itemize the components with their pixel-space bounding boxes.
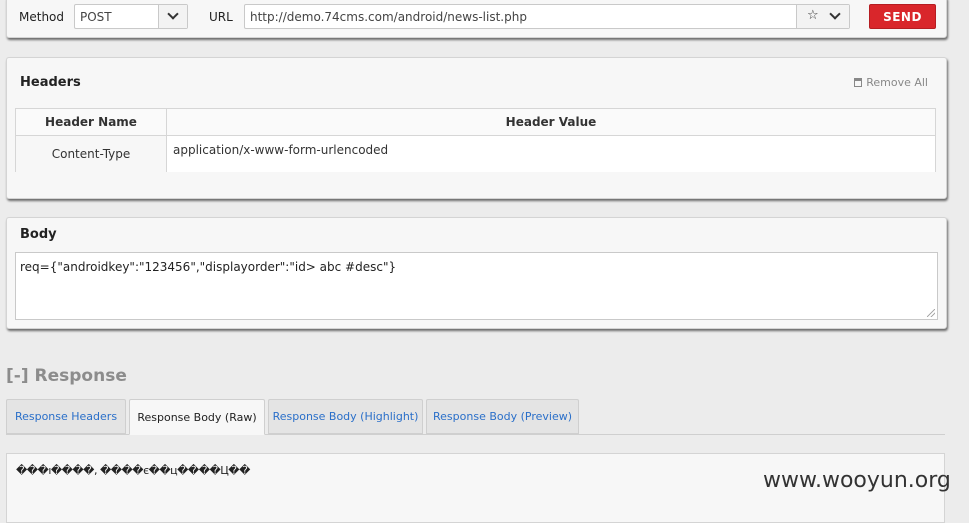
remove-all-button[interactable]: Remove All (854, 76, 928, 89)
chevron-down-icon[interactable] (829, 8, 841, 20)
header-value-cell[interactable]: application/x-www-form-urlencoded (167, 136, 935, 172)
response-toggle[interactable]: [-] Response (6, 366, 127, 386)
chevron-down-icon (167, 8, 179, 20)
body-title: Body (20, 227, 57, 242)
response-raw-text: ���ו����, ����є��ц����Ц�� (16, 464, 250, 477)
url-input[interactable]: http://demo.74cms.com/android/news-list.… (244, 4, 850, 29)
body-textarea[interactable]: req={"androidkey":"123456","displayorder… (15, 252, 938, 320)
header-name-column: Header Name (16, 109, 167, 136)
tab-response-body-highlight[interactable]: Response Body (Highlight) (268, 399, 423, 434)
header-name-cell[interactable]: Content-Type (16, 136, 167, 172)
method-dropdown-button[interactable] (158, 5, 187, 28)
method-label: Method (19, 10, 65, 24)
method-select[interactable]: POST (74, 4, 188, 29)
watermark: www.wooyun.org (763, 468, 951, 493)
tab-response-headers[interactable]: Response Headers (6, 399, 126, 434)
body-panel: Body req={"androidkey":"123456","display… (6, 217, 947, 329)
headers-table: Header Name Header Value Content-Type ap… (15, 108, 936, 172)
url-tools: ☆ (796, 5, 849, 28)
tab-response-body-raw[interactable]: Response Body (Raw) (129, 399, 265, 435)
resize-grip-icon[interactable] (927, 309, 935, 317)
url-label: URL (209, 10, 233, 24)
header-value-column: Header Value (167, 109, 935, 136)
remove-all-label: Remove All (866, 76, 928, 89)
body-value: req={"androidkey":"123456","displayorder… (20, 260, 397, 274)
tab-response-body-preview[interactable]: Response Body (Preview) (426, 399, 579, 434)
request-bar: Method POST URL http://demo.74cms.com/an… (6, 0, 947, 38)
method-value: POST (80, 10, 112, 24)
url-value: http://demo.74cms.com/android/news-list.… (250, 10, 527, 24)
trash-icon (854, 78, 863, 87)
send-button[interactable]: SEND (869, 4, 936, 29)
star-icon[interactable]: ☆ (807, 8, 819, 23)
headers-title: Headers (20, 75, 81, 90)
headers-panel: Headers Remove All Header Name Header Va… (6, 57, 947, 199)
